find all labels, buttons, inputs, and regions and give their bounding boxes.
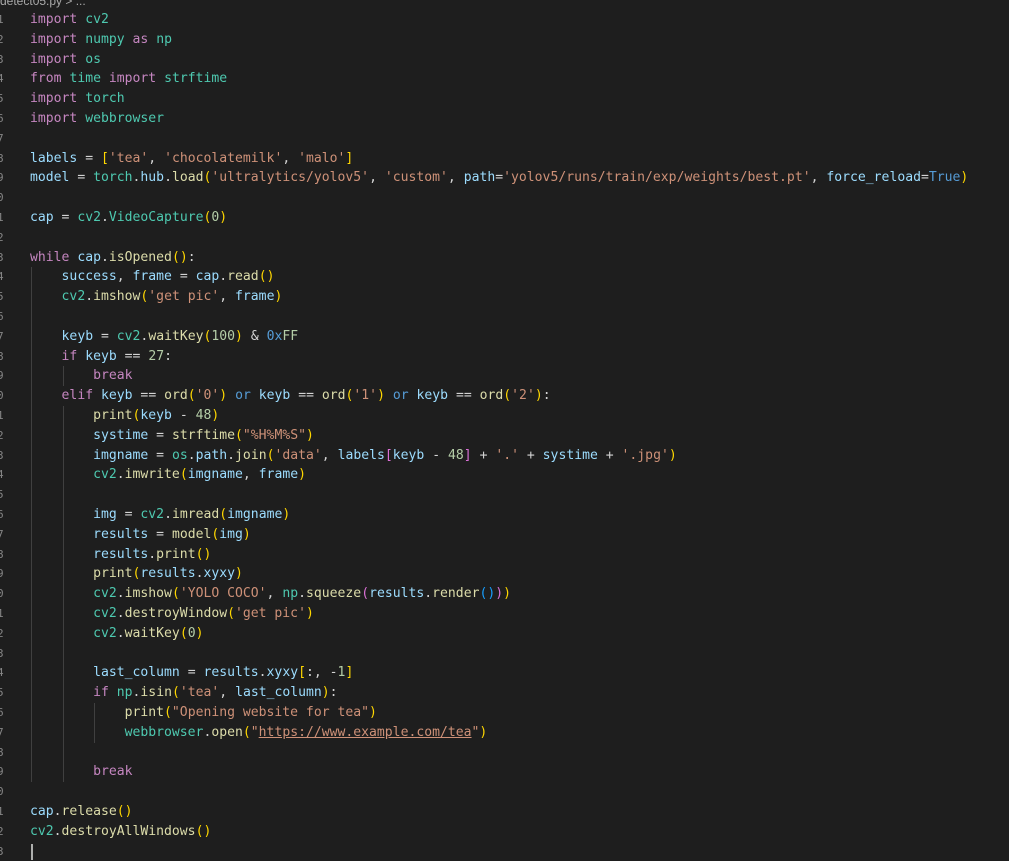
- breadcrumb[interactable]: detect05.py > ...: [0, 0, 86, 8]
- line-number: 6: [0, 508, 4, 521]
- code-line[interactable]: from time import strftime: [30, 69, 968, 89]
- code-editor[interactable]: detect05.py > ... 1 2 3 4 5 6 7 8 9 0 1 2 3 4 5 6 7 8 9 0 1 2…: [0, 0, 1009, 860]
- line-number: 2: [0, 626, 4, 640]
- code-line[interactable]: import numpy as np: [30, 30, 968, 50]
- line-number: 3: [0, 646, 4, 660]
- code-line[interactable]: success, frame = cap.read(): [30, 267, 968, 287]
- line-number: 9: [0, 765, 4, 779]
- line-number: 3: [0, 844, 4, 858]
- code-line[interactable]: keyb = cv2.waitKey(100) & 0xFF: [30, 327, 968, 347]
- code-line[interactable]: cv2.imshow('YOLO COCO', np.squeeze(resul…: [30, 584, 968, 604]
- code-line[interactable]: cv2.destroyAllWindows(): [30, 822, 968, 842]
- code-line[interactable]: print(results.xyxy): [30, 564, 968, 584]
- line-number: 7: [0, 725, 4, 739]
- line-number: 9: [0, 171, 4, 185]
- code-line[interactable]: import webbrowser: [30, 109, 968, 129]
- line-number: 2: [0, 428, 4, 442]
- code-line[interactable]: break: [30, 762, 968, 782]
- code-line[interactable]: [30, 188, 968, 208]
- line-number: 0: [0, 587, 4, 601]
- line-number: 1: [0, 409, 4, 422]
- code-line[interactable]: last_column = results.xyxy[:, -1]: [30, 663, 968, 683]
- line-number: 6: [0, 310, 4, 323]
- code-line[interactable]: [30, 485, 968, 505]
- line-number: 3: [0, 52, 4, 66]
- code-line[interactable]: systime = strftime("%H%M%S"): [30, 426, 968, 446]
- code-line[interactable]: cap = cv2.VideoCapture(0): [30, 208, 968, 228]
- code-line[interactable]: [30, 841, 968, 861]
- line-number: 2: [0, 824, 4, 838]
- code-line[interactable]: if keyb == 27:: [30, 347, 968, 367]
- line-number: 0: [0, 785, 4, 799]
- code-line[interactable]: if np.isin('tea', last_column):: [30, 683, 968, 703]
- line-number: 7: [0, 131, 4, 145]
- line-number: 0: [0, 389, 4, 403]
- code-line[interactable]: import torch: [30, 89, 968, 109]
- line-number: 6: [0, 112, 4, 125]
- code-line[interactable]: results = model(img): [30, 525, 968, 545]
- code-line[interactable]: img = cv2.imread(imgname): [30, 505, 968, 525]
- code-line[interactable]: cv2.imwrite(imgname, frame): [30, 465, 968, 485]
- line-number: 1: [0, 211, 4, 224]
- code-line[interactable]: [30, 644, 968, 664]
- line-number: 8: [0, 745, 4, 759]
- line-number: 5: [0, 92, 4, 106]
- code-line[interactable]: webbrowser.open("https://www.example.com…: [30, 723, 968, 743]
- code-line[interactable]: [30, 228, 968, 248]
- line-number: 5: [0, 488, 4, 502]
- code-line[interactable]: cv2.destroyWindow('get pic'): [30, 604, 968, 624]
- line-number: 4: [0, 72, 4, 86]
- line-number: 2: [0, 32, 4, 46]
- code-line[interactable]: while cap.isOpened():: [30, 248, 968, 268]
- line-number: 4: [0, 468, 4, 482]
- line-number: 4: [0, 270, 4, 284]
- line-number: 1: [0, 607, 4, 620]
- line-number: 3: [0, 448, 4, 462]
- code-line[interactable]: print("Opening website for tea"): [30, 703, 968, 723]
- code-line[interactable]: import cv2: [30, 10, 968, 30]
- text-cursor: [31, 843, 33, 860]
- code-line[interactable]: break: [30, 366, 968, 386]
- code-line[interactable]: labels = ['tea', 'chocolatemilk', 'malo'…: [30, 149, 968, 169]
- line-number: 1: [0, 13, 4, 26]
- line-number-gutter: 1 2 3 4 5 6 7 8 9 0 1 2 3 4 5 6 7 8 9 0 1 2 3 4 5 6 7 8 9 0 1 2 3 4 5 6 7 8 9 0…: [0, 0, 10, 858]
- code-line[interactable]: [30, 129, 968, 149]
- line-number: 9: [0, 369, 4, 383]
- line-number: 9: [0, 567, 4, 581]
- line-number: 1: [0, 805, 4, 818]
- line-number: 7: [0, 527, 4, 541]
- code-line[interactable]: [30, 742, 968, 762]
- code-line[interactable]: imgname = os.path.join('data', labels[ke…: [30, 446, 968, 466]
- line-number: 3: [0, 250, 4, 264]
- line-number: 5: [0, 290, 4, 304]
- line-number: 8: [0, 151, 4, 165]
- code-line[interactable]: cap.release(): [30, 802, 968, 822]
- code-line[interactable]: import os: [30, 50, 968, 70]
- line-number: 7: [0, 329, 4, 343]
- code-line[interactable]: model = torch.hub.load('ultralytics/yolo…: [30, 168, 968, 188]
- line-number: 6: [0, 706, 4, 719]
- code-line[interactable]: print(keyb - 48): [30, 406, 968, 426]
- code-line[interactable]: [30, 307, 968, 327]
- line-number: 8: [0, 349, 4, 363]
- code-line[interactable]: cv2.waitKey(0): [30, 624, 968, 644]
- line-number: 2: [0, 230, 4, 244]
- line-number: 8: [0, 547, 4, 561]
- code-area[interactable]: import cv2 import numpy as np import os fro…: [30, 10, 968, 861]
- code-line[interactable]: elif keyb == ord('0') or keyb == ord('1'…: [30, 386, 968, 406]
- code-line[interactable]: results.print(): [30, 545, 968, 565]
- line-number: 5: [0, 686, 4, 700]
- code-line[interactable]: cv2.imshow('get pic', frame): [30, 287, 968, 307]
- line-number: 0: [0, 191, 4, 205]
- line-number: 4: [0, 666, 4, 680]
- code-line[interactable]: [30, 782, 968, 802]
